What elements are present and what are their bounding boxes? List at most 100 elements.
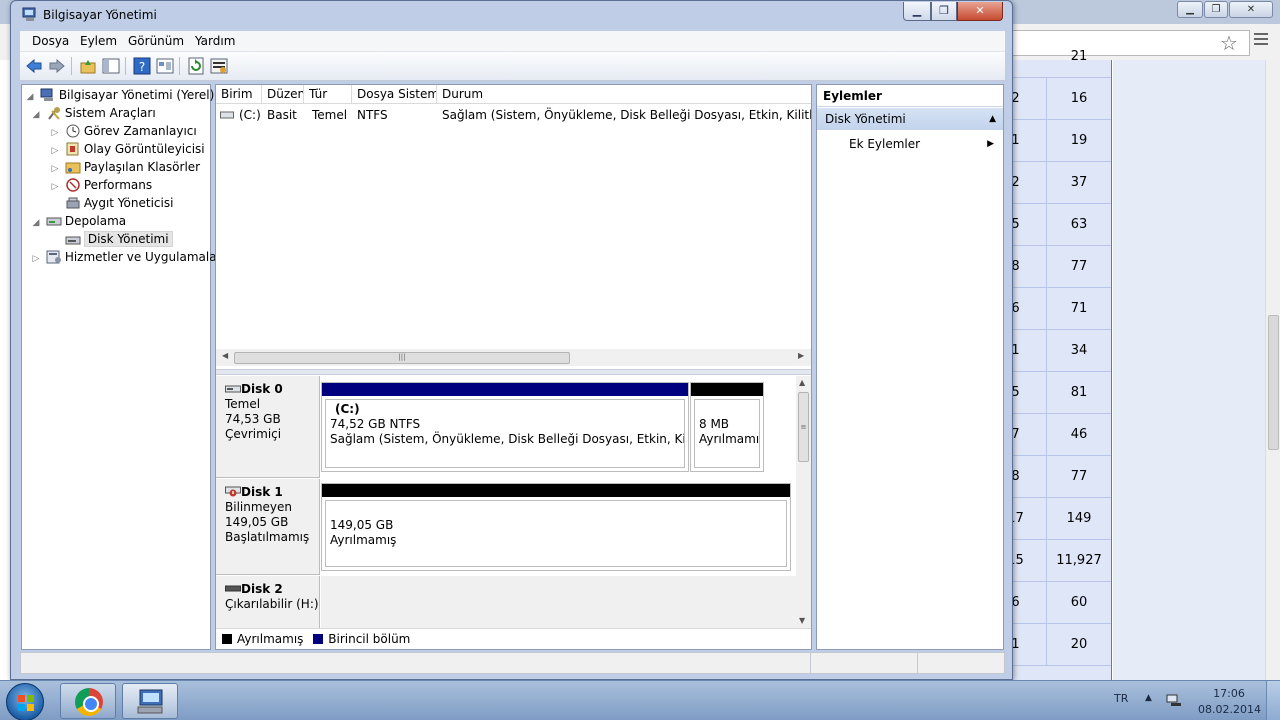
- vertical-scroll-thumb[interactable]: ≡: [798, 392, 809, 462]
- refresh-icon[interactable]: [187, 57, 205, 75]
- table-cell: 1: [1011, 120, 1047, 161]
- browser-menu-icon[interactable]: [1254, 33, 1268, 48]
- table-row: 17 149: [1011, 498, 1111, 540]
- collapse-up-icon[interactable]: ▲: [989, 108, 996, 130]
- properties-icon[interactable]: [156, 57, 174, 75]
- table-cell: 5: [1011, 372, 1047, 413]
- horizontal-scroll-thumb[interactable]: |||: [234, 352, 570, 364]
- tree-label: Performans: [83, 178, 153, 192]
- vertical-scrollbar[interactable]: ▲ ≡ ▼: [796, 376, 811, 628]
- partition-c[interactable]: (C:) 74,52 GB NTFS Sağlam (Sistem, Önyük…: [321, 382, 689, 472]
- tree-item-services[interactable]: ▷ Hizmetler ve Uygulamalar: [30, 248, 222, 268]
- close-button[interactable]: ✕: [957, 2, 1003, 21]
- minimize-button[interactable]: ▁: [903, 2, 931, 21]
- browser-close-button[interactable]: ✕: [1229, 1, 1273, 18]
- status-bar: [20, 652, 1005, 674]
- browser-minimize-button[interactable]: ▁: [1177, 1, 1203, 18]
- computer-management-icon: [40, 88, 53, 101]
- tree-item-root[interactable]: ◢ Bilgisayar Yönetimi (Yerel): [24, 86, 215, 104]
- table-cell: 21: [1070, 49, 1088, 64]
- table-cell: 15: [1011, 540, 1047, 581]
- browser-scroll-thumb[interactable]: [1268, 315, 1279, 450]
- actions-section-header[interactable]: Disk Yönetimi ▲: [817, 108, 1003, 130]
- disk-management-panel: Birim Düzen Tür Dosya Sistemi Durum (C:)…: [215, 84, 812, 650]
- layout-cell: Basit: [267, 108, 297, 122]
- tree-item-storage[interactable]: ◢ Depolama: [30, 212, 127, 232]
- table-cell: 77: [1070, 469, 1088, 484]
- show-desktop-button[interactable]: [1266, 681, 1280, 720]
- status-cell: Sağlam (Sistem, Önyükleme, Disk Belleği …: [442, 108, 811, 122]
- forward-arrow-icon[interactable]: [48, 57, 66, 75]
- menu-file[interactable]: Dosya: [32, 34, 69, 48]
- tree-item-device-manager[interactable]: Aygıt Yöneticisi: [49, 194, 173, 212]
- collapse-arrow-icon[interactable]: ◢: [30, 214, 42, 232]
- language-indicator[interactable]: TR: [1114, 692, 1128, 705]
- tree-item-system-tools[interactable]: ◢ Sistem Araçları: [30, 104, 156, 122]
- scroll-up-icon[interactable]: ▲: [799, 378, 805, 387]
- network-icon[interactable]: [1166, 693, 1182, 707]
- menu-action[interactable]: Eylem: [80, 34, 117, 48]
- more-actions-item[interactable]: Ek Eylemler ▶: [849, 135, 999, 153]
- scroll-down-icon[interactable]: ▼: [799, 616, 805, 625]
- disk-name: Disk 2: [241, 582, 283, 596]
- unallocated-bar: [691, 383, 763, 396]
- tree-item-task-scheduler[interactable]: ▷ Görev Zamanlayıcı: [49, 122, 197, 140]
- disk-settings-icon[interactable]: [210, 57, 228, 75]
- up-folder-icon[interactable]: [79, 57, 97, 75]
- column-header-volume[interactable]: Birim: [216, 85, 262, 104]
- start-button[interactable]: [6, 683, 44, 720]
- show-hidden-icons-icon[interactable]: ▲: [1145, 693, 1152, 703]
- disk-0-label[interactable]: Disk 0 Temel 74,53 GB Çevrimiçi: [216, 376, 320, 478]
- taskbar-chrome-button[interactable]: [60, 683, 116, 719]
- help-icon[interactable]: ?: [133, 57, 151, 75]
- partition-name: (C:): [335, 402, 360, 416]
- browser-scrollbar[interactable]: [1265, 60, 1280, 680]
- tree-item-performance[interactable]: ▷ Performans: [49, 176, 153, 194]
- table-row: 8 77: [1011, 246, 1111, 288]
- browser-maximize-button[interactable]: ❐: [1204, 1, 1228, 18]
- menu-help[interactable]: Yardım: [195, 34, 235, 48]
- bookmark-star-icon[interactable]: ☆: [1220, 30, 1238, 56]
- disk-2-label[interactable]: Disk 2 Çıkarılabilir (H:): [216, 576, 320, 628]
- disk-type: Temel: [225, 397, 261, 411]
- back-arrow-icon[interactable]: [25, 57, 43, 75]
- unknown-disk-icon: [225, 486, 241, 497]
- table-cell: 2: [1011, 162, 1047, 203]
- table-row: 7 46: [1011, 414, 1111, 456]
- column-header-filesystem[interactable]: Dosya Sistemi: [352, 85, 437, 104]
- table-cell: 7: [1011, 414, 1047, 455]
- scroll-right-icon[interactable]: ▶: [798, 351, 804, 360]
- legend-unallocated: Ayrılmamış: [237, 632, 304, 646]
- collapse-arrow-icon[interactable]: ◢: [30, 106, 42, 124]
- column-header-status[interactable]: Durum: [437, 85, 811, 104]
- partition-unallocated-large[interactable]: 149,05 GB Ayrılmamış: [321, 483, 791, 571]
- clock[interactable]: 17:06 08.02.2014: [1198, 686, 1261, 718]
- tree-label: Paylaşılan Klasörler: [83, 160, 201, 174]
- tree-item-event-viewer[interactable]: ▷ Olay Görüntüleyicisi: [49, 140, 205, 158]
- expand-arrow-icon[interactable]: ▷: [30, 250, 42, 268]
- table-cell: 77: [1070, 259, 1088, 274]
- maximize-button[interactable]: ❐: [931, 2, 957, 21]
- menu-view[interactable]: Görünüm: [128, 34, 184, 48]
- partition-unallocated-small[interactable]: 8 MB Ayrılmamış: [690, 382, 764, 472]
- system-tools-icon: [48, 107, 60, 120]
- column-header-layout[interactable]: Düzen: [262, 85, 304, 104]
- tree-label: Görev Zamanlayıcı: [83, 124, 197, 138]
- tree-item-shared-folders[interactable]: ▷ Paylaşılan Klasörler: [49, 158, 201, 176]
- show-hide-tree-icon[interactable]: [102, 57, 120, 75]
- disk-1-label[interactable]: Disk 1 Bilinmeyen 149,05 GB Başlatılmamı…: [216, 479, 320, 575]
- table-row: 2 16: [1011, 78, 1111, 120]
- status-segment: [811, 653, 918, 673]
- disk-map: Disk 0 Temel 74,53 GB Çevrimiçi (C:) 74,…: [216, 376, 796, 628]
- pane-splitter[interactable]: [216, 369, 811, 375]
- scroll-left-icon[interactable]: ◀: [222, 351, 228, 360]
- partition-body: (C:) 74,52 GB NTFS Sağlam (Sistem, Önyük…: [325, 399, 685, 468]
- table-cell: 11,927: [1056, 553, 1102, 568]
- column-header-type[interactable]: Tür: [304, 85, 352, 104]
- status-segment: [21, 653, 811, 673]
- taskbar-computer-management-button[interactable]: [122, 683, 178, 719]
- partition-size: 74,52 GB NTFS: [330, 417, 421, 431]
- tree-item-disk-management[interactable]: Disk Yönetimi: [49, 230, 173, 248]
- table-row: 1 20: [1011, 624, 1111, 666]
- horizontal-scrollbar[interactable]: ◀ ||| ▶: [216, 349, 811, 366]
